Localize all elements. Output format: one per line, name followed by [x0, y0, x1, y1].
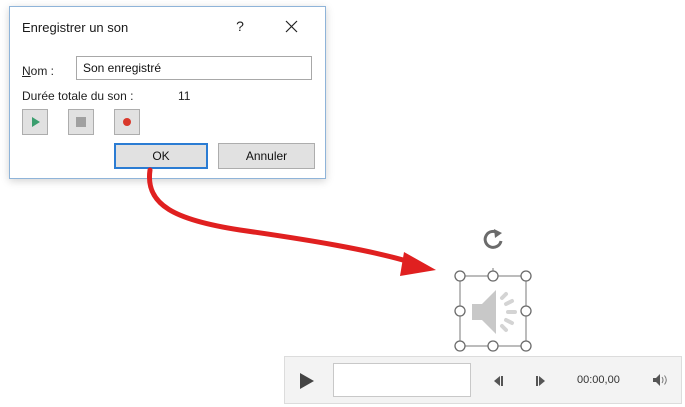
audio-player-bar: 00:00,00: [284, 356, 682, 404]
red-curved-arrow: [146, 167, 436, 276]
step-back-icon[interactable]: [491, 375, 505, 387]
speaker-icon[interactable]: [466, 282, 522, 342]
step-forward-icon[interactable]: [534, 375, 548, 387]
play-icon[interactable]: [297, 371, 317, 391]
volume-icon[interactable]: [652, 373, 670, 387]
rotate-handle-icon[interactable]: [478, 225, 508, 255]
progress-track[interactable]: [333, 363, 471, 397]
time-display: 00:00,00: [577, 374, 620, 386]
